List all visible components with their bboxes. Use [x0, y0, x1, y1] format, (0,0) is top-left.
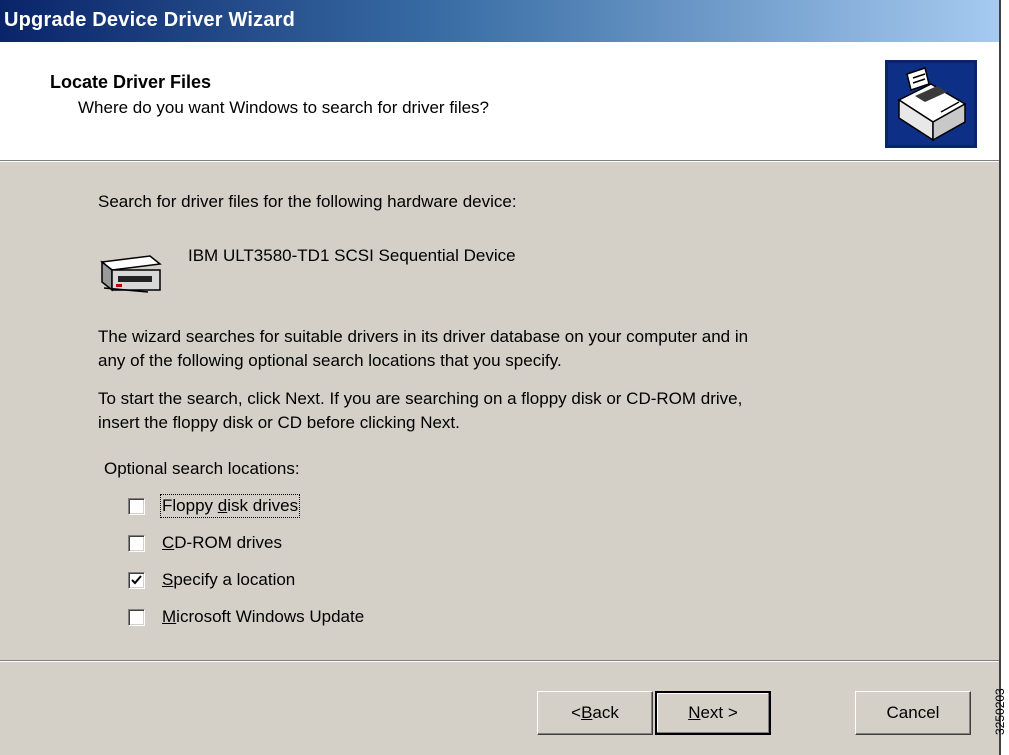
page-subtitle: Where do you want Windows to search for …: [78, 98, 490, 117]
floppy-checkbox[interactable]: [128, 497, 145, 515]
cd-rom-checkbox[interactable]: [128, 534, 145, 552]
next-button[interactable]: Next >: [655, 691, 771, 735]
footer-separator: [0, 660, 999, 662]
paragraph-2-line-2: insert the floppy disk or CD before clic…: [98, 413, 460, 432]
page-title: Locate Driver Files: [50, 72, 212, 92]
wizard-window: Upgrade Device Driver Wizard Locate Driv…: [0, 0, 1001, 755]
option-label: Microsoft Windows Update: [162, 607, 365, 626]
paragraph-1-line-1: The wizard searches for suitable drivers…: [98, 327, 749, 346]
checkmark-icon: [131, 574, 142, 584]
windows-update-checkbox[interactable]: [128, 608, 145, 626]
figure-number: 3250203: [993, 688, 1007, 735]
option-floppy-disk-drives[interactable]: Floppy disk drives: [128, 494, 301, 518]
option-microsoft-windows-update[interactable]: Microsoft Windows Update: [128, 605, 364, 629]
option-cd-rom-drives[interactable]: CD-ROM drives: [128, 531, 282, 555]
wizard-header: Locate Driver Files Where do you want Wi…: [0, 42, 999, 161]
tape-drive-icon: [100, 255, 162, 293]
paragraph-2-line-1: To start the search, click Next. If you …: [98, 389, 743, 408]
option-label: Floppy disk drives: [159, 494, 301, 518]
option-label: CD-ROM drives: [162, 533, 282, 552]
intro-text: Search for driver files for the followin…: [98, 192, 517, 211]
paragraph-1-line-2: any of the following optional search loc…: [98, 351, 562, 370]
options-label: Optional search locations:: [104, 459, 300, 478]
window-title: Upgrade Device Driver Wizard: [4, 9, 296, 31]
header-separator: [0, 161, 999, 162]
hardware-wizard-icon: [885, 60, 977, 148]
specify-location-checkbox[interactable]: [128, 571, 145, 589]
back-button[interactable]: < Back: [537, 691, 653, 735]
title-bar: Upgrade Device Driver Wizard: [0, 0, 999, 42]
option-specify-a-location[interactable]: Specify a location: [128, 568, 295, 592]
cancel-button[interactable]: Cancel: [855, 691, 971, 735]
option-label: Specify a location: [162, 570, 296, 589]
device-name: IBM ULT3580-TD1 SCSI Sequential Device: [188, 246, 516, 265]
